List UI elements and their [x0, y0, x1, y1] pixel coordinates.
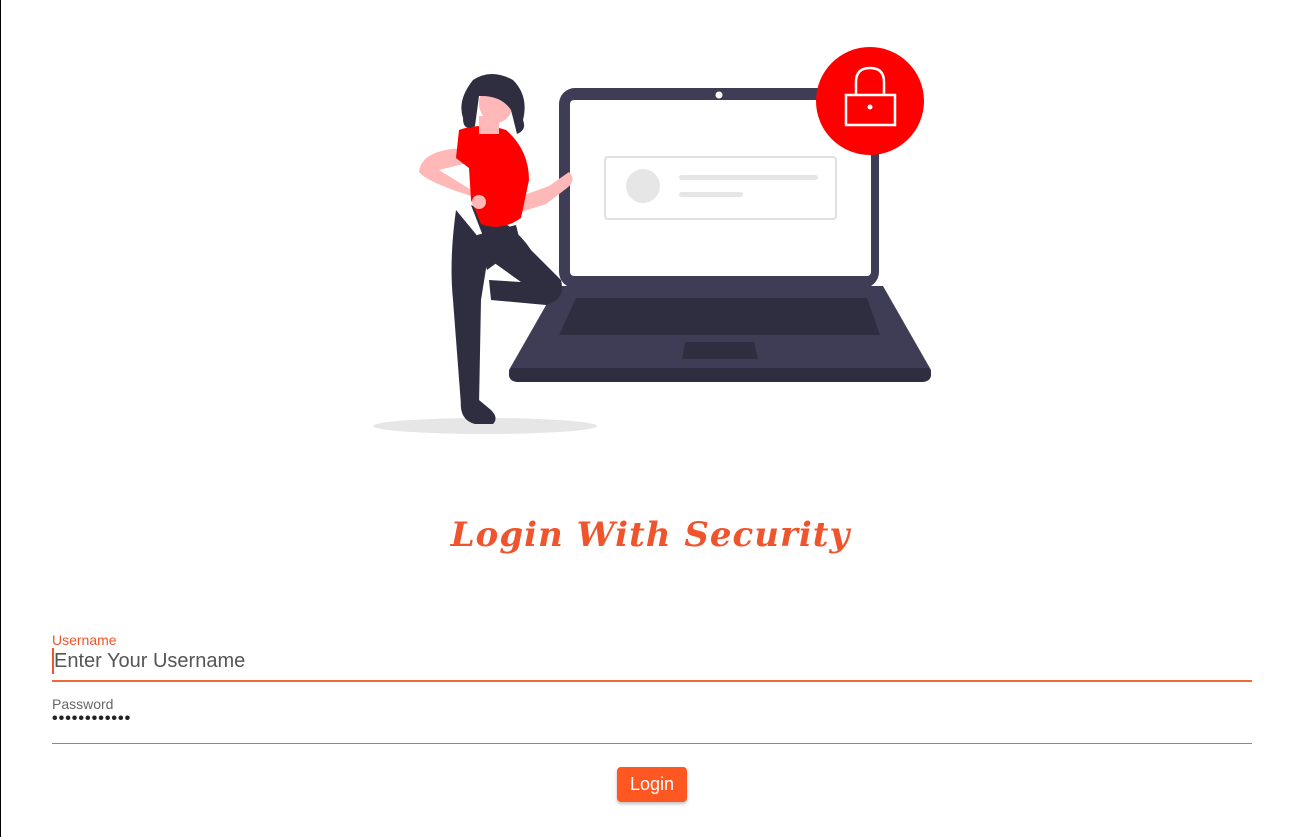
app-window: Login With Security Username Password ••…: [0, 0, 1299, 837]
username-field: Username: [52, 630, 1254, 682]
lock-badge-icon: [816, 47, 924, 155]
password-input[interactable]: ••••••••••••: [52, 711, 1252, 730]
password-field: Password ••••••••••••: [52, 694, 1252, 744]
hero-illustration: [373, 47, 931, 434]
username-label: Username: [52, 632, 117, 648]
password-label: Password: [52, 696, 114, 712]
page-title: Login With Security: [450, 515, 851, 555]
login-button[interactable]: Login: [617, 767, 687, 802]
username-input[interactable]: [52, 648, 1254, 674]
